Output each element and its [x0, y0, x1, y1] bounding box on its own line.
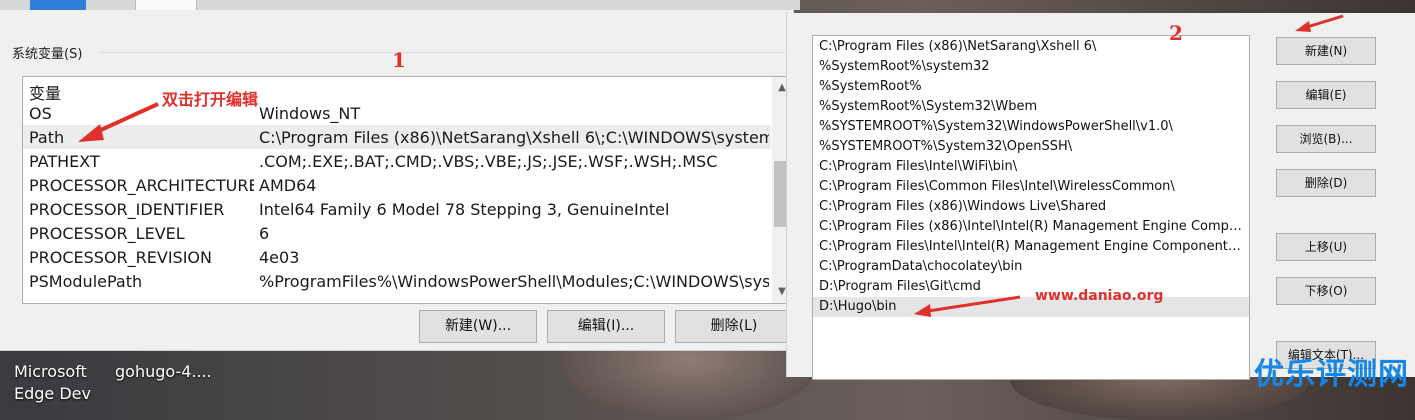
table-row[interactable]: PATHEXT .COM;.EXE;.BAT;.CMD;.VBS;.VBE;.J… [23, 149, 771, 173]
red-arrow-icon [1295, 14, 1344, 32]
double-click-hint: 双击打开编辑 [162, 90, 259, 109]
list-item[interactable]: C:\Program Files\Intel\WiFi\bin\ [813, 157, 1249, 177]
desktop-icon-label-edge-line2[interactable]: Edge Dev [14, 384, 91, 403]
list-item[interactable]: %SYSTEMROOT%\System32\WindowsPowerShell\… [813, 117, 1249, 137]
environment-variables-dialog: 系统变量(S) 变量 OS Windows_NT Path C:\Program… [0, 10, 794, 351]
path-entry-text: %SystemRoot% [819, 79, 922, 94]
variable-value: Windows_NT [259, 104, 361, 123]
path-entry-text: D:\Hugo\bin [819, 299, 897, 314]
path-entry-text: C:\Program Files\Intel\Intel(R) Manageme… [819, 239, 1247, 254]
red-arrow-icon [914, 295, 1021, 317]
list-item[interactable]: C:\Program Files (x86)\Windows Live\Shar… [813, 197, 1249, 217]
variable-value: 6 [259, 224, 270, 243]
delete-path-button[interactable]: 删除(D) [1276, 169, 1376, 197]
list-item[interactable]: D:\Program Files\Git\cmd [813, 277, 1249, 297]
edit-path-button[interactable]: 编辑(E) [1276, 81, 1376, 109]
path-entry-text: C:\Program Files\Common Files\Intel\Wire… [819, 179, 1175, 194]
variable-value: Intel64 Family 6 Model 78 Stepping 3, Ge… [259, 200, 670, 219]
path-entry-text: C:\Program Files (x86)\Windows Live\Shar… [819, 199, 1107, 214]
path-entry-text: %SYSTEMROOT%\System32\OpenSSH\ [819, 139, 1073, 154]
list-item[interactable]: C:\ProgramData\chocolatey\bin [813, 257, 1249, 277]
path-entries-list[interactable]: C:\Program Files (x86)\NetSarang\Xshell … [812, 35, 1250, 380]
background-window-tab [30, 0, 86, 10]
variable-value: 4e03 [259, 248, 300, 267]
path-entry-text: C:\Program Files (x86)\Intel\Intel(R) Ma… [819, 219, 1247, 234]
path-entry-text: %SystemRoot%\System32\Wbem [819, 99, 1038, 114]
step-number-1: 1 [392, 48, 406, 72]
variable-value: %ProgramFiles%\WindowsPowerShell\Modules… [259, 272, 769, 291]
variable-value: C:\Program Files (x86)\NetSarang\Xshell … [259, 128, 769, 147]
table-row[interactable]: PROCESSOR_REVISION 4e03 [23, 245, 771, 269]
list-item[interactable]: %SystemRoot%\system32 [813, 57, 1249, 77]
list-item[interactable]: %SystemRoot% [813, 77, 1249, 97]
new-path-button[interactable]: 新建(N) [1276, 37, 1376, 65]
list-item[interactable]: C:\Program Files\Common Files\Intel\Wire… [813, 177, 1249, 197]
table-row[interactable]: PROCESSOR_IDENTIFIER Intel64 Family 6 Mo… [23, 197, 771, 221]
list-item[interactable]: C:\Program Files (x86)\NetSarang\Xshell … [813, 37, 1249, 57]
move-down-button[interactable]: 下移(O) [1276, 277, 1376, 305]
path-entry-text: C:\Program Files\Intel\WiFi\bin\ [819, 159, 1018, 174]
path-entry-text: %SYSTEMROOT%\System32\WindowsPowerShell\… [819, 119, 1173, 134]
step-number-2: 2 [1169, 21, 1183, 45]
new-variable-button[interactable]: 新建(W)... [419, 310, 537, 343]
browse-path-button[interactable]: 浏览(B)... [1276, 125, 1376, 153]
group-divider [100, 52, 785, 53]
table-row[interactable]: PROCESSOR_LEVEL 6 [23, 221, 771, 245]
list-item[interactable]: %SYSTEMROOT%\System32\OpenSSH\ [813, 137, 1249, 157]
red-arrow-icon [78, 102, 159, 142]
site-url-annotation: www.daniao.org [1035, 288, 1164, 304]
variable-value: .COM;.EXE;.BAT;.CMD;.VBS;.VBE;.JS;.JSE;.… [259, 152, 718, 171]
move-up-button[interactable]: 上移(U) [1276, 233, 1376, 261]
table-row[interactable]: PROCESSOR_ARCHITECTURE AMD64 [23, 173, 771, 197]
variable-name: PATHEXT [29, 152, 100, 171]
path-entry-text: D:\Program Files\Git\cmd [819, 279, 981, 294]
edit-path-dialog: C:\Program Files (x86)\NetSarang\Xshell … [786, 13, 1415, 380]
variable-name: PROCESSOR_IDENTIFIER [29, 200, 225, 219]
watermark-logo: 优乐评测网 [1254, 357, 1409, 392]
desktop-icon-label-edge[interactable]: Microsoft [14, 362, 87, 381]
system-variables-group-label: 系统变量(S) [12, 47, 83, 62]
list-item[interactable]: C:\Program Files (x86)\Intel\Intel(R) Ma… [813, 217, 1249, 237]
background-document-tab [135, 0, 197, 10]
variable-name: PROCESSOR_REVISION [29, 248, 212, 267]
path-entry-text: C:\ProgramData\chocolatey\bin [819, 259, 1023, 274]
variable-name: PROCESSOR_LEVEL [29, 224, 185, 243]
list-item-selected[interactable]: D:\Hugo\bin [813, 297, 1249, 317]
list-item[interactable]: C:\Program Files\Intel\Intel(R) Manageme… [813, 237, 1249, 257]
table-row[interactable]: PSModulePath %ProgramFiles%\WindowsPower… [23, 269, 771, 293]
background-window-strip [0, 0, 800, 10]
variable-value: AMD64 [259, 176, 317, 195]
path-entry-text: %SystemRoot%\system32 [819, 59, 990, 74]
edit-variable-button[interactable]: 编辑(I)... [547, 310, 665, 343]
variable-name: PSModulePath [29, 272, 143, 291]
list-item[interactable]: %SystemRoot%\System32\Wbem [813, 97, 1249, 117]
variable-name: PROCESSOR_ARCHITECTURE [29, 176, 254, 195]
desktop-icon-label-gohugo[interactable]: gohugo-4.... [115, 362, 212, 381]
delete-variable-button[interactable]: 删除(L) [675, 310, 793, 343]
